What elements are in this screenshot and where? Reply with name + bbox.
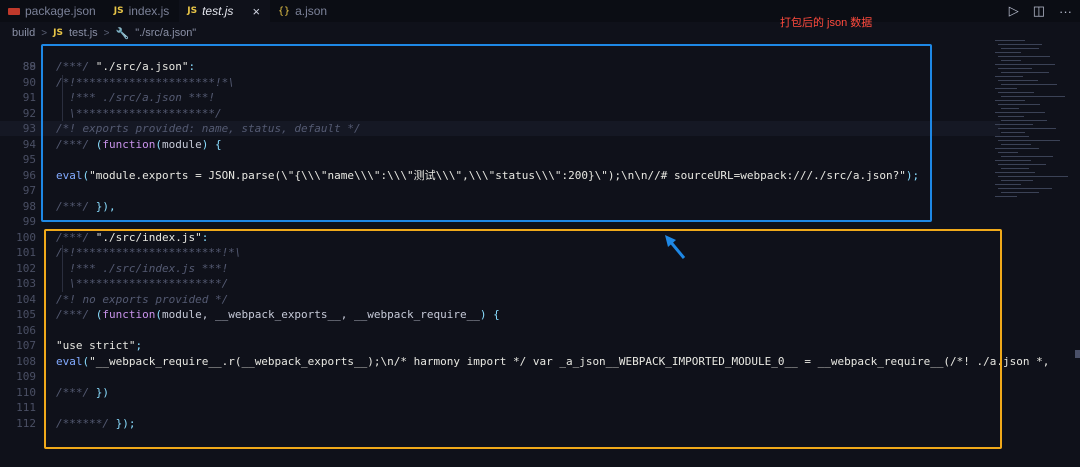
- minimap-line: [1001, 132, 1025, 133]
- breadcrumb-file[interactable]: test.js: [69, 27, 98, 39]
- minimap-line: [995, 112, 1045, 113]
- minimap-line: [1001, 144, 1031, 145]
- line-number: 89: [22, 60, 36, 73]
- minimap-line: [1001, 60, 1021, 61]
- line-number: 101: [16, 246, 36, 259]
- tab-test-js[interactable]: JS test.js ×: [179, 0, 271, 22]
- json-file-icon: {}: [278, 5, 291, 17]
- minimap-line: [1001, 84, 1057, 85]
- annotation-text: 打包后的 json 数据: [780, 17, 873, 29]
- minimap-line: [998, 128, 1056, 129]
- highlight-box-index-module: [44, 229, 1002, 449]
- tab-bar: package.json JS index.js JS test.js × {}…: [0, 0, 1080, 22]
- line-number: 100: [16, 230, 36, 244]
- minimap-line: [998, 116, 1024, 117]
- minimap-line: [1001, 72, 1049, 73]
- line-number: 94: [22, 137, 36, 151]
- line-number: 95: [22, 153, 36, 166]
- line-number: 107: [16, 339, 36, 352]
- line-number: 102: [16, 261, 36, 275]
- minimap-line: [998, 92, 1034, 93]
- minimap-line: [1001, 192, 1039, 193]
- line-number: 97: [22, 184, 36, 197]
- minimap-line: [995, 88, 1017, 89]
- minimap-line: [995, 100, 1025, 101]
- tab-index-js[interactable]: JS index.js: [106, 0, 180, 22]
- line-number: 112: [16, 416, 36, 430]
- minimap-line: [995, 40, 1025, 41]
- breadcrumb-folder[interactable]: build: [12, 27, 35, 39]
- js-file-icon: JS: [53, 28, 63, 38]
- minimap-line: [998, 188, 1052, 189]
- split-editor-icon[interactable]: ◫: [1033, 3, 1045, 19]
- wrench-icon: 🔧: [115, 27, 130, 40]
- minimap-line: [998, 104, 1040, 105]
- line-number: 90: [22, 75, 36, 89]
- line-number: 110: [16, 385, 36, 399]
- line-number: 93: [22, 122, 36, 135]
- minimap-line: [1001, 120, 1047, 121]
- minimap-line: [995, 76, 1023, 77]
- tab-label: a.json: [295, 4, 328, 18]
- line-number: 109: [16, 370, 36, 383]
- minimap-line: [998, 80, 1038, 81]
- minimap-line: [1001, 168, 1029, 169]
- line-number: 104: [16, 292, 36, 306]
- minimap-line: [998, 44, 1042, 45]
- line-number: 92: [22, 106, 36, 120]
- chevron-right-icon: >: [103, 27, 110, 39]
- line-number: 96: [22, 168, 36, 182]
- run-icon[interactable]: ▷: [1009, 3, 1019, 19]
- highlight-box-json-module: [41, 44, 932, 222]
- minimap-line: [995, 52, 1021, 53]
- tab-a-json[interactable]: {} a.json: [270, 0, 337, 22]
- minimap-line: [1001, 156, 1053, 157]
- scrollbar-marker[interactable]: [1075, 350, 1080, 358]
- minimap-line: [995, 64, 1055, 65]
- tab-label: index.js: [128, 4, 170, 18]
- editor-actions: ▷ ◫ ···: [1009, 0, 1072, 22]
- line-number: 111: [16, 401, 36, 414]
- breadcrumb: build > JS test.js > 🔧 "./src/a.json": [0, 24, 196, 42]
- minimap-line: [998, 56, 1050, 57]
- more-actions-icon[interactable]: ···: [1059, 4, 1072, 19]
- tab-label: package.json: [25, 4, 96, 18]
- minimap-line: [1001, 96, 1065, 97]
- tab-label: test.js: [202, 4, 234, 18]
- line-number: 108: [16, 354, 36, 368]
- minimap-line: [998, 68, 1032, 69]
- minimap-line: [998, 176, 1068, 177]
- minimap-line: [1001, 180, 1033, 181]
- line-number: 105: [16, 308, 36, 321]
- line-number: 103: [16, 277, 36, 290]
- minimap-line: [998, 164, 1046, 165]
- npm-package-icon: [8, 7, 20, 15]
- js-file-icon: JS: [113, 6, 124, 16]
- line-number: 91: [22, 91, 36, 104]
- line-number: 106: [16, 323, 36, 337]
- tab-package-json[interactable]: package.json: [0, 0, 106, 22]
- minimap-line: [995, 136, 1029, 137]
- line-number: 98: [22, 199, 36, 213]
- minimap-line: [995, 184, 1021, 185]
- minimap-line: [995, 148, 1039, 149]
- js-file-icon: JS: [187, 6, 198, 16]
- minimap-line: [995, 196, 1017, 197]
- close-icon[interactable]: ×: [252, 4, 260, 19]
- minimap[interactable]: [995, 40, 1075, 200]
- minimap-line: [1001, 108, 1019, 109]
- annotation-arrow-icon: [665, 235, 686, 259]
- chevron-right-icon: >: [41, 27, 48, 39]
- minimap-line: [998, 152, 1018, 153]
- minimap-line: [995, 124, 1033, 125]
- minimap-line: [995, 172, 1035, 173]
- minimap-line: [995, 160, 1031, 161]
- line-number: 99: [22, 215, 36, 228]
- minimap-line: [998, 140, 1060, 141]
- minimap-line: [1001, 48, 1039, 49]
- breadcrumb-symbol[interactable]: "./src/a.json": [135, 27, 196, 39]
